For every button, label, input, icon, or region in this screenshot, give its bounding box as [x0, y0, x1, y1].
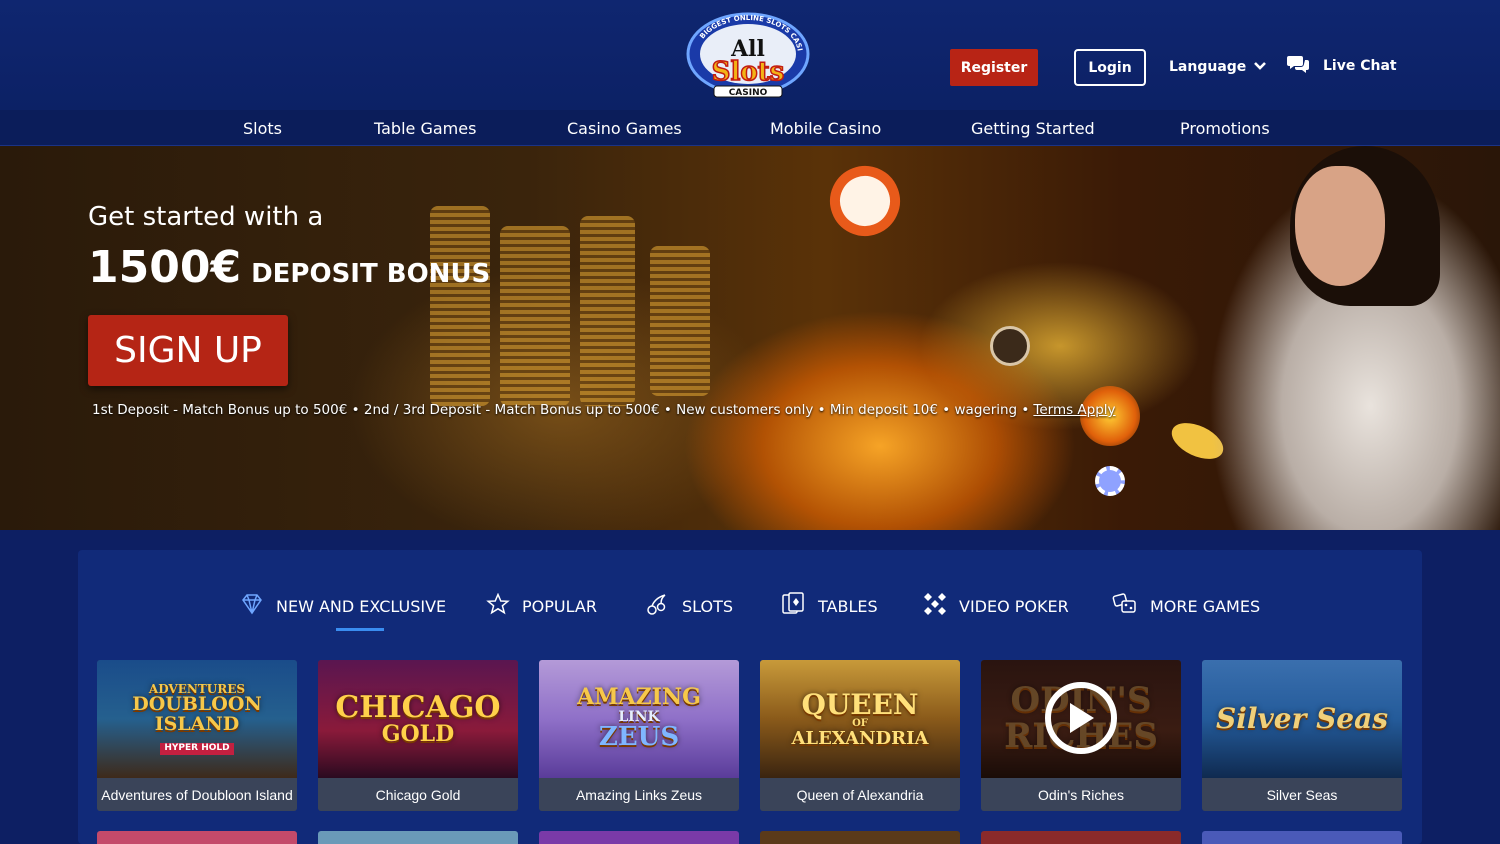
hero-headline: Get started with a	[88, 202, 324, 232]
bonus-terms: 1st Deposit - Match Bonus up to 500€ • 2…	[92, 402, 1116, 418]
casino-chip-image	[820, 156, 910, 246]
game-tile-adventures-of-doubloon-island[interactable]: ADVENTURES DOUBLOON ISLAND HYPER HOLD Ad…	[97, 660, 297, 811]
star-icon	[486, 592, 510, 619]
bonus-amount: 1500€	[88, 242, 242, 293]
chevron-down-icon	[1254, 59, 1267, 75]
art-line: AMAZING	[577, 684, 701, 711]
art-line: ZEUS	[598, 722, 680, 753]
nav-promotions[interactable]: Promotions	[1180, 110, 1270, 146]
terms-apply-link[interactable]: Terms Apply	[1033, 402, 1115, 418]
game-tile-partial[interactable]	[760, 831, 960, 844]
game-thumbnail: AMAZING LINK ZEUS	[539, 660, 739, 778]
tab-video-poker[interactable]: VIDEO POKER	[923, 592, 1069, 620]
hero-banner: Get started with a 1500€ DEPOSIT BONUS S…	[0, 146, 1500, 530]
club-chip-image	[990, 326, 1030, 366]
game-tile-chicago-gold[interactable]: CHICAGO GOLD Chicago Gold	[318, 660, 518, 811]
language-label: Language	[1169, 59, 1247, 75]
game-tile-queen-of-alexandria[interactable]: QUEEN OF ALEXANDRIA Queen of Alexandria	[760, 660, 960, 811]
art-line: CHICAGO	[335, 689, 501, 725]
tab-tables[interactable]: TABLES	[780, 592, 878, 620]
game-thumbnail: ADVENTURES DOUBLOON ISLAND HYPER HOLD	[97, 660, 297, 778]
tab-label: NEW AND EXCLUSIVE	[276, 596, 447, 616]
game-tile-partial[interactable]	[318, 831, 518, 844]
tab-label: TABLES	[818, 596, 878, 616]
coin-stack-image	[500, 226, 570, 406]
tokens-icon	[1112, 592, 1138, 620]
game-tile-partial[interactable]	[539, 831, 739, 844]
live-chat-label: Live Chat	[1323, 58, 1397, 74]
chat-bubbles-icon	[1287, 54, 1311, 78]
dice-icon	[923, 592, 947, 620]
tab-label: POPULAR	[522, 596, 597, 616]
coin-stack-image	[650, 246, 710, 396]
game-title: Silver Seas	[1202, 778, 1402, 811]
tab-label: SLOTS	[682, 596, 734, 616]
language-selector[interactable]: Language	[1169, 55, 1267, 79]
art-line: ALEXANDRIA	[791, 727, 929, 749]
art-line: ISLAND	[154, 713, 240, 736]
game-tile-partial[interactable]	[97, 831, 297, 844]
art-line: QUEEN	[801, 687, 919, 721]
game-tile-partial[interactable]	[981, 831, 1181, 844]
live-chat-link[interactable]: Live Chat	[1287, 52, 1397, 80]
game-tile-odins-riches[interactable]: ODIN'S RICHES Odin's Riches	[981, 660, 1181, 811]
art-line: Silver Seas	[1215, 702, 1389, 736]
hyper-hold-badge: HYPER HOLD	[160, 743, 234, 755]
nav-getting-started[interactable]: Getting Started	[971, 110, 1095, 146]
hero-offer: 1500€ DEPOSIT BONUS	[88, 242, 490, 293]
tab-new-and-exclusive[interactable]: NEW AND EXCLUSIVE	[240, 592, 446, 620]
game-thumbnail: CHICAGO GOLD	[318, 660, 518, 778]
diamond-icon	[240, 593, 264, 619]
main-nav: Slots Table Games Casino Games Mobile Ca…	[0, 110, 1500, 146]
play-icon[interactable]	[1045, 682, 1117, 754]
bonus-label: DEPOSIT BONUS	[251, 259, 491, 289]
logo-line3: CASINO	[729, 88, 768, 98]
tab-label: MORE GAMES	[1150, 596, 1261, 616]
nav-mobile-casino[interactable]: Mobile Casino	[770, 110, 881, 146]
game-thumbnail: QUEEN OF ALEXANDRIA	[760, 660, 960, 778]
tab-popular[interactable]: POPULAR	[486, 592, 597, 620]
nav-table-games[interactable]: Table Games	[374, 110, 476, 146]
sign-up-button[interactable]: SIGN UP	[88, 315, 288, 386]
register-button[interactable]: Register	[950, 49, 1038, 86]
nav-slots[interactable]: Slots	[243, 110, 282, 146]
allslots-casino-logo[interactable]: BIGGEST ONLINE SLOTS CASINO All Slots CA…	[681, 4, 814, 100]
tab-slots[interactable]: SLOTS	[646, 592, 733, 620]
login-button[interactable]: Login	[1074, 49, 1146, 86]
coin-stack-image	[430, 206, 490, 406]
game-title: Odin's Riches	[981, 778, 1181, 811]
art-line: GOLD	[381, 721, 455, 748]
game-title: Chicago Gold	[318, 778, 518, 811]
woman-face	[1295, 166, 1385, 286]
game-title: Adventures of Doubloon Island	[97, 778, 297, 811]
cherry-icon	[646, 592, 670, 620]
game-tile-amazing-links-zeus[interactable]: AMAZING LINK ZEUS Amazing Links Zeus	[539, 660, 739, 811]
game-thumbnail: ODIN'S RICHES	[981, 660, 1181, 778]
games-panel: NEW AND EXCLUSIVE POPULAR SLOTS TABLES V…	[78, 550, 1422, 844]
game-title: Queen of Alexandria	[760, 778, 960, 811]
header: BIGGEST ONLINE SLOTS CASINO All Slots CA…	[0, 0, 1500, 110]
game-title: Amazing Links Zeus	[539, 778, 739, 811]
game-thumbnail: Silver Seas	[1202, 660, 1402, 778]
logo-line2: Slots	[712, 57, 785, 87]
active-tab-underline	[336, 628, 384, 631]
coin-stack-image	[580, 216, 635, 406]
tab-more-games[interactable]: MORE GAMES	[1112, 592, 1260, 620]
cards-icon	[780, 592, 806, 620]
tab-label: VIDEO POKER	[959, 596, 1069, 616]
bonus-terms-text: 1st Deposit - Match Bonus up to 500€ • 2…	[92, 402, 1030, 418]
nav-casino-games[interactable]: Casino Games	[567, 110, 682, 146]
game-tile-silver-seas[interactable]: Silver Seas Silver Seas	[1202, 660, 1402, 811]
woman-blowing-dice-image	[1170, 146, 1500, 530]
game-tile-partial[interactable]	[1202, 831, 1402, 844]
poker-chip-image	[1095, 466, 1125, 496]
